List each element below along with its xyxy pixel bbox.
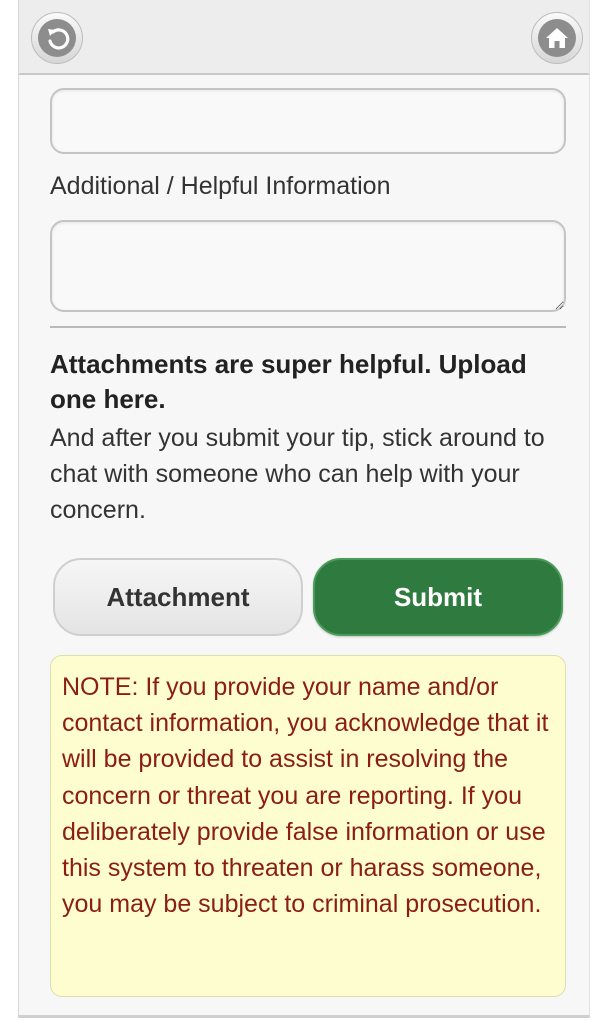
legal-note: NOTE: If you provide your name and/or co… xyxy=(50,655,566,997)
section-divider xyxy=(50,326,566,328)
attachments-heading: Attachments are super helpful. Upload on… xyxy=(50,349,527,414)
additional-info-field[interactable] xyxy=(50,220,566,312)
attachment-button[interactable]: Attachment xyxy=(53,558,303,636)
back-button[interactable] xyxy=(31,12,83,64)
home-icon xyxy=(538,19,576,57)
top-text-field[interactable] xyxy=(50,88,566,154)
submit-button[interactable]: Submit xyxy=(313,558,563,636)
attachments-description: And after you submit your tip, stick aro… xyxy=(50,424,545,524)
back-arrow-icon xyxy=(38,19,76,57)
top-bar xyxy=(19,0,589,75)
home-button[interactable] xyxy=(531,12,583,64)
app-frame: Additional / Helpful Information Attachm… xyxy=(18,0,590,1018)
additional-info-label: Additional / Helpful Information xyxy=(50,172,391,200)
